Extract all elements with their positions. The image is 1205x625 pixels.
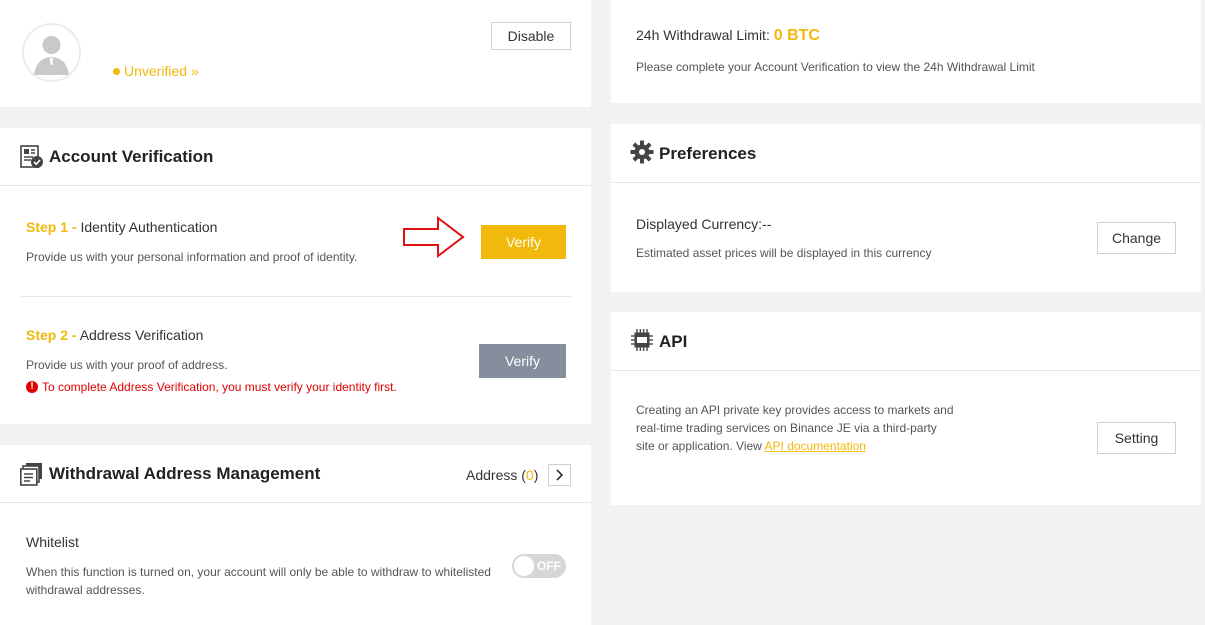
step2-prefix: Step 2 - [26,327,77,343]
user-silhouette-icon [34,36,69,75]
withdrawal-limit-value: 0 BTC [773,27,820,44]
profile-card: Unverified » Disable [0,0,591,107]
toggle-knob [514,556,534,576]
red-arrow-right-icon [403,216,465,258]
api-header: API [611,312,1201,371]
address-count: 0 [525,467,534,483]
step2-verify-button[interactable]: Verify [479,344,566,378]
status-text: Unverified » [124,63,199,79]
whitelist-desc-line2: withdrawal addresses. [26,583,145,597]
step2-name: Address Verification [79,327,204,343]
disable-button[interactable]: Disable [491,22,571,50]
api-desc-line3-text: site or application. View [636,439,762,453]
api-chip-icon [631,329,653,351]
api-documentation-link[interactable]: API documentation [765,439,866,453]
api-desc-line1: Creating an API private key provides acc… [636,403,954,417]
api-setting-button[interactable]: Setting [1097,422,1176,454]
withdrawal-limit-card: 24h Withdrawal Limit: 0 BTC Please compl… [611,0,1201,103]
displayed-currency-label: Displayed Currency:-- [636,216,772,232]
steps-divider [21,296,571,297]
chevron-right-icon [556,469,564,481]
step1-prefix: Step 1 - [26,219,77,235]
account-verification-title: Account Verification [49,147,214,166]
status-dot [113,67,120,75]
account-verification-card: Account Verification Step 1 - Identity A… [0,128,591,424]
documents-stack-icon [20,463,42,486]
change-currency-button[interactable]: Change [1097,222,1176,254]
address-label: Address ( [466,467,526,483]
gear-icon [630,140,654,164]
api-desc-line3: site or application. View API documentat… [636,439,866,453]
step1-title: Step 1 - Identity Authentication [26,219,217,235]
api-desc-line2: real-time trading services on Binance JE… [636,421,937,435]
withdrawal-address-header: Withdrawal Address Management Address (0… [0,445,591,503]
step2-warning-text: To complete Address Verification, you mu… [42,380,397,394]
displayed-currency-note: Estimated asset prices will be displayed… [636,246,932,260]
toggle-label: OFF [537,559,561,573]
account-verification-header: Account Verification [0,128,591,186]
step2-description: Provide us with your proof of address. [26,358,228,372]
step2-title: Step 2 - Address Verification [26,327,203,343]
withdrawal-limit-line: 24h Withdrawal Limit: 0 BTC [636,27,820,45]
preferences-card: Preferences Displayed Currency:-- Estima… [611,124,1201,292]
id-card-check-icon [20,145,43,168]
withdrawal-address-title: Withdrawal Address Management [49,464,321,483]
warning-icon: ! [26,380,38,393]
step1-verify-button[interactable]: Verify [481,225,566,259]
address-next-button[interactable] [548,464,571,486]
address-label-close: ) [533,467,539,483]
whitelist-toggle[interactable]: OFF [512,554,566,578]
whitelist-title: Whitelist [26,534,79,550]
verification-status[interactable]: Unverified » [113,63,199,79]
withdrawal-address-card: Withdrawal Address Management Address (0… [0,445,591,625]
step1-description: Provide us with your personal informatio… [26,250,358,264]
address-count-label[interactable]: Address (0) [466,467,538,483]
withdrawal-limit-note: Please complete your Account Verificatio… [636,60,1035,74]
withdrawal-limit-label: 24h Withdrawal Limit: [636,27,770,43]
api-card: API Creating an API private key provides… [611,312,1201,505]
step2-warning: ! To complete Address Verification, you m… [26,380,397,394]
preferences-header: Preferences [611,124,1201,183]
preferences-title: Preferences [659,144,757,163]
api-title: API [659,332,688,351]
step1-name: Identity Authentication [80,219,218,235]
whitelist-desc-line1: When this function is turned on, your ac… [26,565,491,579]
avatar [22,23,81,82]
